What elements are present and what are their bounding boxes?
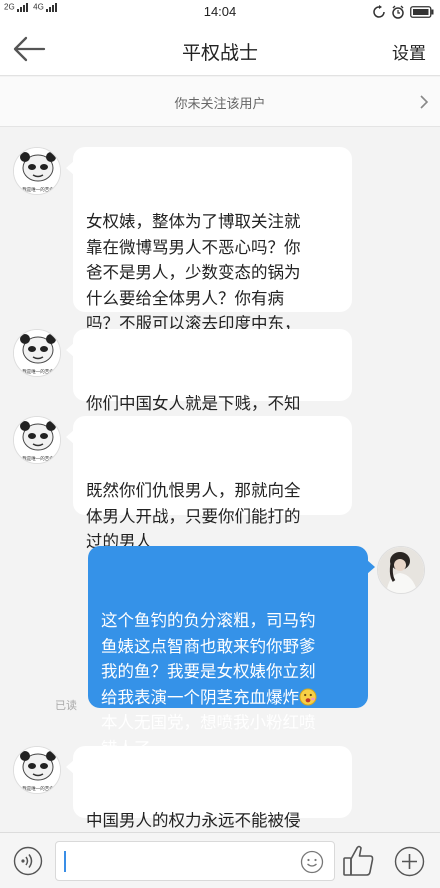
message-bubble-4[interactable]: 这个鱼钓的负分滚粗，司马钓 鱼婊这点智商也敢来钓你野爹 我的鱼？我要是女权婊你立… xyxy=(88,546,375,758)
bubble-tail xyxy=(66,343,74,357)
message-bubble-3[interactable]: 既然你们仇恨男人，那就向全 体男人开战，只要你们能打的 过的男人 xyxy=(66,416,352,551)
status-icons xyxy=(372,4,434,20)
avatar[interactable]: 我是唯一的苦命 xyxy=(13,147,61,195)
avatar-caption: 我是唯一的苦命 xyxy=(22,785,54,792)
surprised-emoji xyxy=(299,688,317,705)
panda-meme-avatar: 我是唯一的苦命 xyxy=(14,148,60,194)
bubble-tail xyxy=(66,430,74,444)
avatar-caption: 我是唯一的苦命 xyxy=(22,368,54,375)
avatar[interactable]: 我是唯一的苦命 xyxy=(13,329,61,377)
status-bar: 2G 4G 14:04 xyxy=(0,0,440,24)
sync-icon xyxy=(373,5,385,18)
bubble-tail xyxy=(66,161,74,175)
emoji-icon xyxy=(300,850,324,874)
follow-hint-text: 你未关注该用户 xyxy=(174,97,266,112)
message-input[interactable] xyxy=(55,841,335,881)
back-button[interactable] xyxy=(12,36,52,64)
text-cursor xyxy=(64,851,66,872)
message-bubble-1[interactable]: 女权婊，整体为了博取关注就 靠在微博骂男人不恶心吗？你 爸不是男人，少数变态的锅… xyxy=(66,147,352,359)
page-title: 平权战士 xyxy=(181,42,258,64)
voice-icon xyxy=(13,846,43,876)
read-status: 已读 xyxy=(55,699,77,712)
plus-icon xyxy=(394,846,425,877)
bubble-tail xyxy=(66,760,74,774)
avatar-caption: 我是唯一的苦命 xyxy=(22,455,54,462)
panda-meme-avatar: 我是唯一的苦命 xyxy=(14,330,60,376)
panda-meme-avatar: 我是唯一的苦命 xyxy=(14,417,60,463)
nav-bar: 平权战士 设置 xyxy=(0,24,440,76)
message-bubble-2[interactable]: 你们中国女人就是下贱，不知 足的婊子，都去死吧 xyxy=(66,329,352,439)
message-bubble-5[interactable]: 中国男人的权力永远不能被侵 犯，懂吗？ xyxy=(66,746,352,856)
more-button[interactable] xyxy=(394,846,425,877)
avatar[interactable]: 我是唯一的苦命 xyxy=(13,746,61,794)
follow-hint-bar[interactable]: 你未关注该用户 xyxy=(0,77,440,127)
thumbs-up-icon xyxy=(343,845,374,876)
input-bar xyxy=(0,832,440,888)
chevron-right-icon xyxy=(420,95,429,109)
avatar[interactable]: 我是唯一的苦命 xyxy=(13,416,61,464)
like-button[interactable] xyxy=(341,843,377,879)
alarm-icon xyxy=(392,5,404,19)
message-text-4: 这个鱼钓的负分滚粗，司马钓 鱼婊这点智商也敢来钓你野爹 我的鱼？我要是女权婊你立… xyxy=(101,611,316,707)
message-text-3: 既然你们仇恨男人，那就向全 体男人开战，只要你们能打的 过的男人 xyxy=(86,481,301,551)
panda-meme-avatar: 我是唯一的苦命 xyxy=(14,747,60,793)
my-avatar[interactable] xyxy=(377,546,425,594)
battery-icon xyxy=(410,6,434,18)
avatar-caption: 我是唯一的苦命 xyxy=(22,186,54,193)
emoji-button[interactable] xyxy=(300,850,324,874)
bubble-tail xyxy=(367,560,375,574)
voice-button[interactable] xyxy=(13,846,43,876)
back-arrow-icon xyxy=(13,36,46,62)
photo-avatar xyxy=(378,547,424,593)
settings-button[interactable]: 设置 xyxy=(392,39,426,64)
